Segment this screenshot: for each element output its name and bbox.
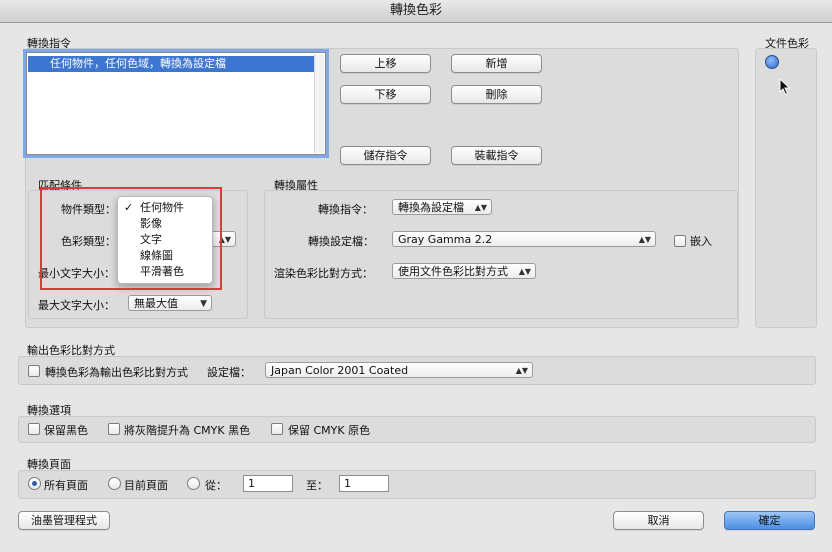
mouse-cursor-icon <box>779 78 791 96</box>
keep-cmyk-label: 保留 CMYK 原色 <box>288 424 371 437</box>
conversion-profile-value: Gray Gamma 2.2 <box>398 233 493 246</box>
keep-black-label: 保留黑色 <box>44 424 88 437</box>
ink-manager-button[interactable]: 油墨管理程式 <box>18 511 110 530</box>
command-row-selected[interactable]: 任何物件，任何色域，轉換為設定檔 <box>28 56 324 72</box>
from-label: 從： <box>205 479 227 492</box>
promote-gray-checkbox[interactable] <box>108 423 120 435</box>
popup-arrows-icon: ▲▼ <box>474 203 487 212</box>
all-pages-radio[interactable] <box>28 477 41 490</box>
max-text-value: 無最大值 <box>134 297 178 310</box>
output-profile-value: Japan Color 2001 Coated <box>271 364 409 377</box>
ok-button[interactable]: 確定 <box>724 511 815 530</box>
rendering-intent-value: 使用文件色彩比對方式 <box>398 265 508 278</box>
max-text-label: 最大文字大小： <box>38 299 115 312</box>
keep-black-checkbox[interactable] <box>28 423 40 435</box>
keep-cmyk-checkbox[interactable] <box>271 423 283 435</box>
conversion-command-popup[interactable]: 轉換為設定檔 ▲▼ <box>392 199 492 215</box>
save-commands-button[interactable]: 儲存指令 <box>340 146 431 165</box>
add-button[interactable]: 新增 <box>451 54 542 73</box>
delete-button[interactable]: 刪除 <box>451 85 542 104</box>
from-page-field[interactable]: 1 <box>243 475 293 492</box>
conversion-profile-label: 轉換設定檔： <box>308 235 374 248</box>
popup-arrows-icon: ▲▼ <box>518 267 531 276</box>
commands-list-scrollbar[interactable] <box>314 54 324 153</box>
commands-list[interactable]: 任何物件，任何色域，轉換為設定檔 <box>26 52 326 155</box>
move-down-button[interactable]: 下移 <box>340 85 431 104</box>
current-page-label: 目前頁面 <box>124 479 168 492</box>
current-page-radio[interactable] <box>108 477 121 490</box>
to-page-field[interactable]: 1 <box>339 475 389 492</box>
max-text-popup[interactable]: 無最大值 ▼ <box>128 295 212 311</box>
window-title: 轉換色彩 <box>0 0 832 23</box>
convert-to-output-intent-checkbox[interactable] <box>28 365 40 377</box>
rendering-intent-popup[interactable]: 使用文件色彩比對方式 ▲▼ <box>392 263 536 279</box>
load-commands-button[interactable]: 裝載指令 <box>451 146 542 165</box>
command-row-label: 任何物件，任何色域，轉換為設定檔 <box>50 57 226 70</box>
conversion-profile-popup[interactable]: Gray Gamma 2.2 ▲▼ <box>392 231 656 247</box>
popup-arrows-icon: ▲▼ <box>638 235 651 244</box>
convert-colors-window: 轉換色彩 轉換指令 任何物件，任何色域，轉換為設定檔 上移 新增 下移 刪除 儲… <box>0 0 832 552</box>
cancel-button[interactable]: 取消 <box>613 511 704 530</box>
highlight-box <box>40 187 222 290</box>
embed-label: 嵌入 <box>690 235 712 248</box>
output-profile-popup[interactable]: Japan Color 2001 Coated ▲▼ <box>265 362 533 378</box>
move-up-button[interactable]: 上移 <box>340 54 431 73</box>
conversion-command-label: 轉換指令： <box>318 203 373 216</box>
color-swatch-icon[interactable] <box>765 55 779 69</box>
conversion-command-value: 轉換為設定檔 <box>398 201 464 214</box>
all-pages-label: 所有頁面 <box>44 479 88 492</box>
convert-to-output-intent-label: 轉換色彩為輸出色彩比對方式 <box>45 366 188 379</box>
popup-arrows-icon: ▲▼ <box>515 366 528 375</box>
to-label: 至： <box>306 479 328 492</box>
embed-checkbox[interactable] <box>674 235 686 247</box>
chevron-down-icon: ▼ <box>200 299 207 309</box>
rendering-intent-label: 渲染色彩比對方式： <box>274 267 373 280</box>
promote-gray-label: 將灰階提升為 CMYK 黑色 <box>124 424 251 437</box>
output-profile-label: 設定檔： <box>207 366 251 379</box>
page-range-radio[interactable] <box>187 477 200 490</box>
